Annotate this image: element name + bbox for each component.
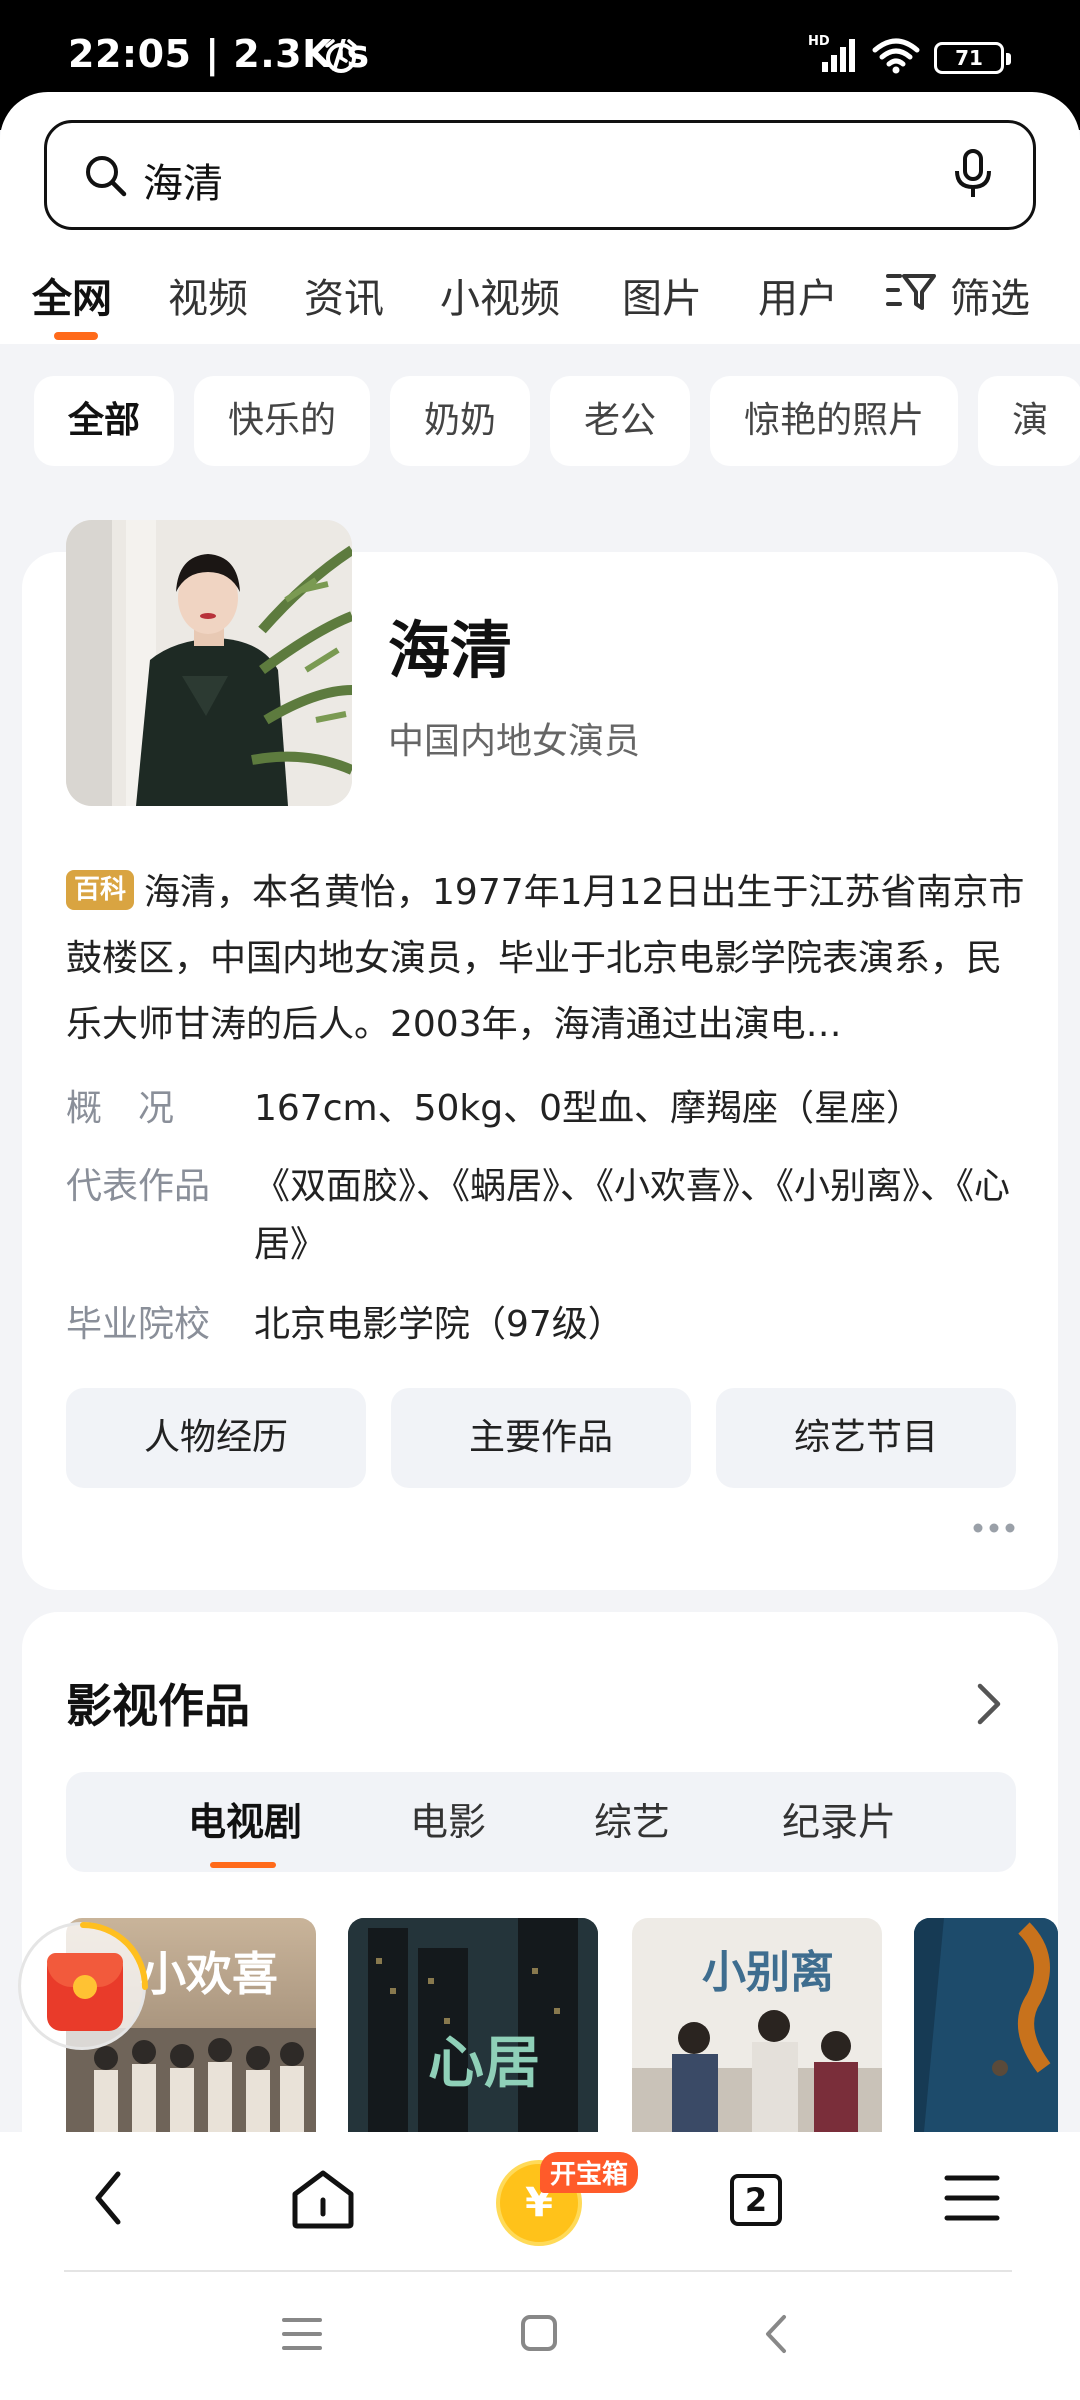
works-title[interactable]: 影视作品 [66, 1670, 250, 1736]
poster-2[interactable]: 心居 [348, 1918, 598, 2132]
profile-name: 海清 [388, 614, 513, 687]
profile-buttons: 人物经历 主要作品 综艺节目 [66, 1388, 1016, 1488]
treasure-badge: 开宝箱 [540, 2152, 639, 2193]
tab-short-video[interactable]: 小视频 [440, 266, 560, 324]
profile-photo[interactable] [66, 520, 352, 806]
chip-happy[interactable]: 快乐的 [194, 376, 371, 466]
poster-title: 小别离 [702, 1947, 834, 1998]
baike-badge: 百科 [66, 870, 135, 910]
battery-indicator: 71 [934, 42, 1011, 74]
back-icon[interactable] [90, 2168, 126, 2228]
tab-video[interactable]: 视频 [168, 266, 248, 324]
home-icon[interactable] [290, 2168, 356, 2230]
more-icon[interactable] [972, 1522, 1016, 1534]
fact-value: 167cm、50kg、0型血、摩羯座（星座） [254, 1088, 922, 1129]
filter-icon [886, 274, 936, 310]
tab-all[interactable]: 全网 [32, 266, 112, 324]
search-query[interactable]: 海清 [143, 151, 223, 209]
filter-label: 筛选 [950, 276, 1030, 322]
chip-stunning-photos[interactable]: 惊艳的照片 [710, 376, 959, 466]
tab-documentary[interactable]: 纪录片 [782, 1772, 896, 1872]
works-tab-indicator [210, 1862, 276, 1868]
chip-husband[interactable]: 老公 [550, 376, 691, 466]
fact-key: 概 况 [66, 1088, 175, 1129]
intro-text: 海清，本名黄怡，1977年1月12日出生于江苏省南京市鼓楼区，中国内地女演员，毕… [66, 872, 1025, 1045]
chip-acting[interactable]: 演 [978, 376, 1080, 466]
tab-movies[interactable]: 电影 [410, 1772, 486, 1872]
fact-row-overview: 概 况 167cm、50kg、0型血、摩羯座（星座） [66, 1080, 1026, 1140]
tab-users[interactable]: 用户 [758, 266, 838, 324]
fact-value[interactable]: 《双面胶》、《蜗居》、《小欢喜》、《小别离》、《心居》 [254, 1158, 1034, 1274]
tab-tv-series[interactable]: 电视剧 [188, 1772, 302, 1872]
fact-key: 毕业院校 [66, 1304, 211, 1345]
variety-shows-button[interactable]: 综艺节目 [716, 1388, 1016, 1488]
home-nav-icon[interactable] [520, 2314, 558, 2352]
fact-row-school: 毕业院校 北京电影学院（97级） [66, 1296, 1026, 1356]
tab-variety[interactable]: 综艺 [594, 1772, 670, 1872]
alarm-icon [325, 39, 357, 73]
chip-grandma[interactable]: 奶奶 [390, 376, 531, 466]
poster-title: 小欢喜 [140, 1947, 278, 2001]
hd-label: HD [808, 34, 830, 49]
fact-row-representative-works: 代表作品 《双面胶》、《蜗居》、《小欢喜》、《小别离》、《心居》 [66, 1158, 1026, 1278]
menu-icon[interactable] [944, 2174, 1000, 2222]
tab-images[interactable]: 图片 [622, 266, 702, 324]
tab-count-button[interactable]: 2 [730, 2174, 782, 2226]
poster-title: 心居 [428, 2031, 540, 2096]
system-nav-bar [0, 2272, 1080, 2400]
poster-3[interactable]: 小别离 [632, 1918, 882, 2132]
search-icon [86, 156, 127, 197]
profile-subtitle: 中国内地女演员 [388, 721, 641, 762]
fact-value[interactable]: 北京电影学院（97级） [254, 1296, 1034, 1354]
major-works-button[interactable]: 主要作品 [391, 1388, 691, 1488]
back-nav-icon[interactable] [764, 2314, 788, 2354]
chevron-right-icon[interactable] [974, 1682, 1004, 1726]
works-tabs: 电视剧 电影 综艺 纪录片 [66, 1772, 1016, 1872]
career-button[interactable]: 人物经历 [66, 1388, 366, 1488]
profile-intro[interactable]: 百科 海清，本名黄怡，1977年1月12日出生于江苏省南京市鼓楼区，中国内地女演员… [66, 860, 1026, 1058]
wifi-icon [872, 38, 920, 74]
red-envelope-icon [47, 1953, 123, 2031]
search-input[interactable]: 海清 [44, 120, 1036, 230]
active-tab-indicator [54, 332, 98, 340]
related-chips: 全部 快乐的 奶奶 老公 惊艳的照片演 [34, 376, 1080, 468]
fact-key: 代表作品 [66, 1166, 211, 1207]
poster-4[interactable] [914, 1918, 1058, 2132]
microphone-icon[interactable] [953, 149, 993, 201]
red-packet-float-button[interactable] [18, 1922, 148, 2050]
chip-all[interactable]: 全部 [34, 376, 175, 466]
recent-apps-icon[interactable] [282, 2316, 322, 2352]
tab-news[interactable]: 资讯 [304, 266, 384, 324]
